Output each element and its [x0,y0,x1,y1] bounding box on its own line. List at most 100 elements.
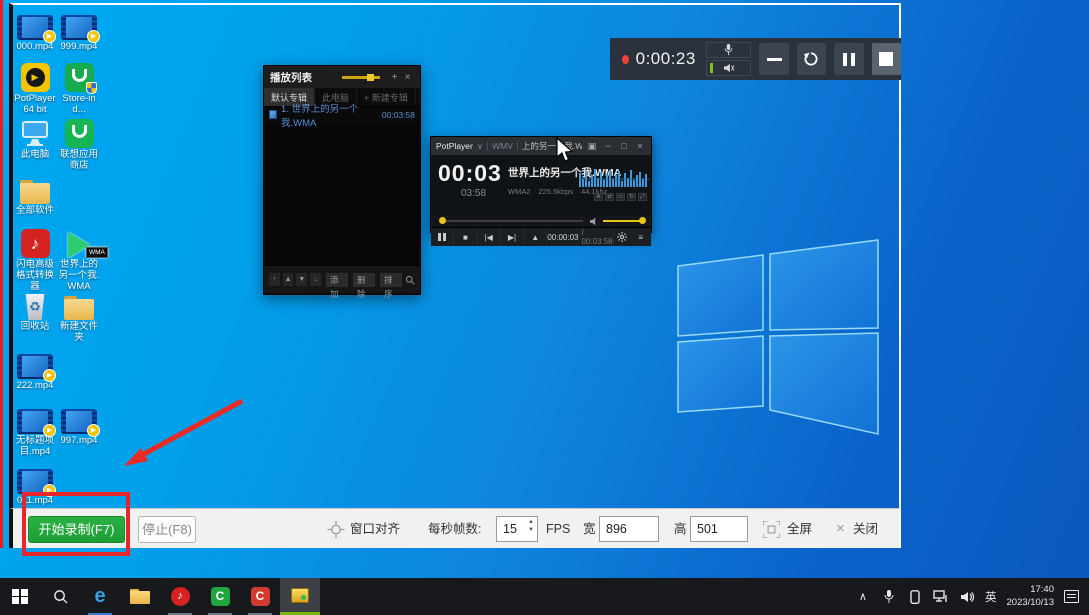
tray-microphone-icon[interactable] [881,590,897,604]
desktop-icon-potplayer[interactable]: ▶ PotPlayer 64 bit [12,60,58,116]
desktop-icon-converter[interactable]: ♪ 闪电高级格式转换器 [12,226,58,293]
volume-knob[interactable] [639,217,646,224]
panel-icon[interactable]: ▣ [586,141,598,152]
audio-level-bar [710,63,713,73]
minimize-button[interactable] [759,43,788,75]
playlist-titlebar[interactable]: 播放列表 + × [264,66,420,88]
desktop-icon-wma-file[interactable]: WMA 世界上的另一个我.WMA [56,226,102,293]
taskbar-red-app[interactable]: C [240,578,280,615]
desktop-icon-011mp4[interactable]: ▶ 011.mp4 [12,462,58,507]
play-badge-icon: ▶ [43,484,56,497]
taskbar-explorer[interactable] [120,578,160,615]
desktop-icon-000mp4[interactable]: ▶ 000.mp4 [12,8,58,53]
desktop-icon-lenovo-store[interactable]: 联想应用商店 [56,116,102,172]
seek-knob[interactable] [439,217,446,224]
taskbar-music-converter[interactable]: ♪ [160,578,200,615]
stop-recording-button[interactable] [872,43,901,75]
move-up-button[interactable]: ▲ [283,273,294,286]
seek-bar[interactable] [445,220,583,222]
remove-button[interactable]: 删除 [353,273,375,287]
close-icon[interactable]: × [401,72,414,83]
volume-icon[interactable] [589,217,600,226]
ab-repeat-button[interactable]: A [594,193,603,201]
desktop-icon-all-software[interactable]: 全部软件 [12,172,58,217]
tray-volume-icon[interactable] [959,591,975,603]
stop-button[interactable]: ■ [454,228,477,246]
height-input[interactable]: 501 [690,516,748,542]
search-icon [53,589,68,604]
width-input[interactable]: 896 [599,516,659,542]
miniplayer-titlebar[interactable]: PotPlayer ∨ WMV 上的另一个我.WMA ▣ − □ × [431,137,651,155]
desktop-icon-222mp4[interactable]: ▶ 222.mp4 [12,347,58,392]
tray-network-icon[interactable] [933,590,949,603]
duration-time: / 00:03:58 [581,228,612,246]
search-icon[interactable] [405,274,415,286]
taskbar-recorder-active[interactable] [280,578,320,615]
speaker-toggle-button[interactable] [706,60,752,76]
fullscreen-button[interactable]: 全屏 [787,509,812,549]
taskbar-search-button[interactable] [40,578,80,615]
input-language-indicator[interactable]: 英 [985,589,997,605]
playlist-title: 播放列表 [270,70,342,85]
tray-phone-icon[interactable] [907,590,923,604]
miniplayer-body: 00:03 03:58 世界上的另一个我.WMA WMA2 225.5kbps … [431,155,651,215]
desktop-icon-recycle-bin[interactable]: ♻ 回收站 [12,288,58,333]
play-badge-icon: ▶ [43,369,56,382]
window-align-icon [327,521,345,538]
playlist-item[interactable]: 1. 世界上的另一个我.WMA 00:03:58 [264,107,420,122]
window-align-button[interactable]: 窗口对齐 [350,509,400,549]
move-down-button[interactable]: ▼ [296,273,307,286]
move-bottom-button[interactable]: ↓ [310,273,321,286]
menu-button[interactable]: ≡ [630,228,651,246]
chevron-down-icon[interactable]: ∨ [477,141,483,152]
close-button[interactable]: 关闭 [853,509,878,549]
fps-label: 每秒帧数: [428,509,481,549]
screen-recorder-icon [291,588,309,603]
pause-recording-button[interactable] [834,43,863,75]
play-badge-icon: ▶ [43,424,56,437]
repeat-button[interactable]: ↻ [627,193,636,201]
pin-icon[interactable]: + [388,72,401,83]
taskbar-edge[interactable]: e [80,578,120,615]
computer-icon [12,116,58,148]
desktop-icon-untitled-project[interactable]: ▶ 无标题项目.mp4 [12,402,58,458]
file-explorer-icon [130,589,150,604]
start-button[interactable] [0,578,40,615]
desktop-icon-store[interactable]: Store-ind... [56,60,102,116]
move-top-button[interactable]: ↑ [269,273,280,286]
action-center-icon[interactable] [1064,590,1079,603]
stop-recording-button[interactable]: 停止(F8) [138,516,196,543]
taskbar: e ♪ C C ∧ 英 17:40 2023/10/13 [0,578,1089,615]
fps-stepper[interactable]: ▲▼ [528,519,534,533]
slider-knob[interactable] [367,74,374,81]
resize-button[interactable]: ⤢ [638,193,647,201]
total-time: 03:58 [461,188,486,199]
mic-toggle-button[interactable] [706,42,752,58]
shuffle-button[interactable]: ⇄ [605,193,614,201]
fps-input[interactable]: 15 [503,522,517,536]
restart-recording-button[interactable] [797,43,826,75]
app-menu[interactable]: PotPlayer [436,141,473,151]
tray-expand-chevron[interactable]: ∧ [855,590,871,603]
add-button[interactable]: 添加 [326,273,348,287]
close-icon[interactable]: × [634,141,646,151]
minimize-icon[interactable]: − [602,141,614,151]
pause-button[interactable] [431,228,454,246]
folder-icon [56,288,102,320]
start-recording-button[interactable]: 开始录制(F7) [28,516,125,543]
panel-button[interactable]: ▭ [616,193,625,201]
taskbar-clock[interactable]: 17:40 2023/10/13 [1006,584,1054,609]
eject-button[interactable]: ▲ [524,228,547,246]
desktop-icon-new-folder[interactable]: 新建文件夹 [56,288,102,344]
taskbar-green-app[interactable]: C [200,578,240,615]
next-button[interactable]: ▶| [501,228,524,246]
desktop-icon-this-pc[interactable]: 此电脑 [12,116,58,161]
desktop-icon-997mp4[interactable]: ▶ 997.mp4 [56,402,102,447]
previous-button[interactable]: |◀ [478,228,501,246]
sort-button[interactable]: 排序 [380,273,402,287]
opacity-slider[interactable] [342,76,380,79]
settings-button[interactable] [613,228,631,246]
maximize-icon[interactable]: □ [618,141,630,151]
volume-bar[interactable] [603,220,643,222]
desktop-icon-999mp4[interactable]: ▶ 999.mp4 [56,8,102,53]
